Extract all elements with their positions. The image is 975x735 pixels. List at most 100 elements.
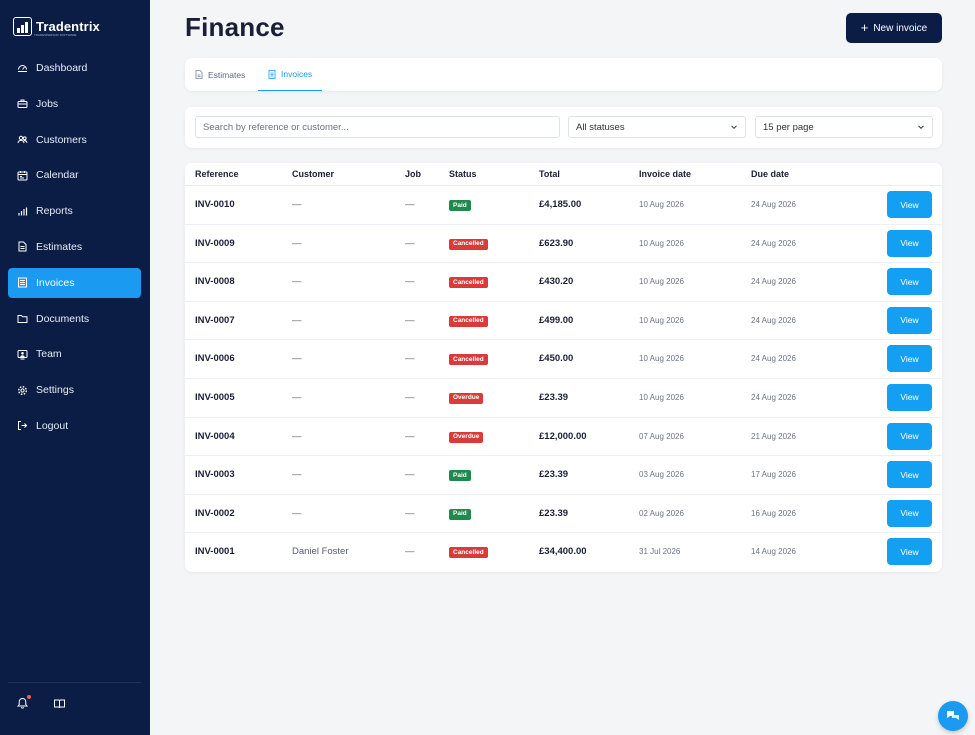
view-button[interactable]: View (887, 268, 932, 296)
tab-bar: Estimates Invoices (185, 58, 942, 91)
table-header: Reference Customer Job Status Total Invo… (185, 163, 942, 186)
status-badge: Cancelled (449, 354, 488, 366)
column-header: Total (539, 169, 560, 179)
customer-name: — (292, 314, 302, 326)
invoice-reference: INV-0008 (195, 276, 235, 288)
invoice-reference: INV-0009 (195, 237, 235, 249)
invoice-reference: INV-0006 (195, 353, 235, 365)
search-input[interactable] (195, 116, 560, 138)
table-row: INV-0008 — — Cancelled £430.20 10 Aug 2026 24 … (185, 263, 942, 302)
bar-chart-icon (18, 207, 28, 216)
per-page-select-value: 15 per page (763, 121, 814, 133)
invoice-reference: INV-0002 (195, 507, 235, 519)
sidebar-item-documents[interactable]: Documents (8, 304, 141, 334)
status-select-value: All statuses (576, 121, 625, 133)
status-badge: Paid (449, 200, 471, 211)
invoice-date: 03 Aug 2026 (639, 470, 684, 480)
customer-name: — (292, 276, 302, 288)
calendar-icon (17, 170, 28, 181)
invoice-date: 10 Aug 2026 (639, 392, 684, 402)
filter-bar: All statuses 15 per page (185, 107, 942, 148)
tab-estimates[interactable]: Estimates (195, 58, 245, 91)
invoice-reference: INV-0010 (195, 199, 235, 210)
view-button[interactable]: View (887, 229, 932, 257)
sidebar-item-reports[interactable]: Reports (8, 196, 141, 226)
sidebar-item-label: Invoices (36, 276, 75, 289)
view-button[interactable]: View (887, 345, 932, 373)
chevron-down-icon (731, 125, 737, 130)
column-header: Status (449, 169, 477, 179)
sidebar-nav: Dashboard Jobs Customers Calendar Reports Est… (8, 53, 141, 447)
view-button[interactable]: View (887, 422, 932, 450)
sidebar-item-label: Settings (36, 384, 74, 397)
table-body: INV-0010 — — Paid £4,185.00 10 Aug 2026 24 Aug… (185, 186, 942, 572)
customer-name: — (292, 507, 302, 519)
sidebar-item-invoices[interactable]: Invoices (8, 267, 141, 298)
table-row: INV-0004 — — Overdue £12,000.00 07 Aug 2026 21… (185, 418, 942, 457)
due-date: 14 Aug 2026 (751, 547, 796, 557)
view-button[interactable]: View (887, 538, 932, 566)
chat-button[interactable] (938, 701, 968, 731)
sidebar-item-label: Calendar (36, 169, 79, 182)
status-badge: Cancelled (449, 277, 488, 289)
sidebar-item-jobs[interactable]: Jobs (8, 89, 141, 119)
invoice-reference: INV-0001 (195, 546, 235, 558)
new-invoice-button[interactable]: + New invoice (846, 13, 942, 43)
book-icon[interactable] (53, 697, 66, 710)
view-button[interactable]: View (887, 191, 932, 218)
due-date: 24 Aug 2026 (751, 315, 796, 325)
sidebar-item-label: Customers (36, 133, 87, 146)
job-value: — (405, 276, 415, 288)
sidebar-item-estimates[interactable]: Estimates (8, 232, 141, 262)
brand[interactable]: Tradentrix TRADESPERSON SOFTWARE (13, 17, 100, 37)
invoice-reference: INV-0005 (195, 391, 235, 403)
document-icon (195, 70, 203, 79)
status-badge: Paid (449, 508, 471, 520)
page-title: Finance (185, 12, 285, 42)
status-badge: Cancelled (449, 547, 488, 559)
invoice-total: £4,185.00 (539, 199, 582, 210)
view-button[interactable]: View (887, 383, 932, 411)
due-date: 24 Aug 2026 (751, 392, 796, 402)
invoice-total: £34,400.00 (539, 546, 587, 558)
sidebar-item-calendar[interactable]: Calendar (8, 160, 141, 190)
per-page-select[interactable]: 15 per page (755, 116, 933, 138)
sidebar-item-settings[interactable]: Settings (8, 375, 141, 405)
invoice-date: 10 Aug 2026 (639, 354, 684, 364)
tab-invoices[interactable]: Invoices (258, 58, 323, 91)
job-value: — (405, 199, 415, 210)
invoice-date: 10 Aug 2026 (639, 315, 684, 325)
column-header: Invoice date (639, 169, 692, 179)
sidebar-item-logout[interactable]: Logout (8, 411, 141, 441)
job-value: — (405, 314, 415, 326)
invoices-table: Reference Customer Job Status Total Invo… (185, 163, 942, 572)
view-button[interactable]: View (887, 499, 932, 527)
job-value: — (405, 353, 415, 365)
table-row: INV-0002 — — Paid £23.39 02 Aug 2026 16 Aug 20… (185, 495, 942, 534)
table-row: INV-0005 — — Overdue £23.39 10 Aug 2026 24 Aug… (185, 379, 942, 418)
folder-icon (17, 315, 28, 324)
sidebar-item-label: Jobs (36, 97, 59, 110)
status-select[interactable]: All statuses (568, 116, 746, 138)
brand-tagline: TRADESPERSON SOFTWARE (34, 33, 77, 37)
due-date: 21 Aug 2026 (751, 431, 796, 441)
invoice-total: £23.39 (539, 391, 569, 403)
job-value: — (405, 507, 415, 519)
sidebar-item-team[interactable]: Team (8, 339, 141, 369)
view-button[interactable]: View (887, 461, 932, 489)
due-date: 24 Aug 2026 (751, 200, 796, 209)
sidebar-item-customers[interactable]: Customers (8, 125, 141, 155)
invoice-reference: INV-0003 (195, 469, 235, 481)
invoice-icon (18, 277, 27, 288)
brand-name: Tradentrix (36, 19, 100, 34)
bell-icon[interactable] (16, 695, 31, 710)
sidebar-item-dashboard[interactable]: Dashboard (8, 53, 141, 83)
view-button[interactable]: View (887, 306, 932, 334)
logo-icon (13, 17, 32, 36)
invoice-reference: INV-0007 (195, 314, 235, 326)
sidebar-item-label: Team (36, 348, 62, 361)
table-row: INV-0007 — — Cancelled £499.00 10 Aug 2026 24 … (185, 302, 942, 341)
due-date: 24 Aug 2026 (751, 277, 796, 287)
job-value: — (405, 469, 415, 481)
due-date: 16 Aug 2026 (751, 508, 796, 518)
